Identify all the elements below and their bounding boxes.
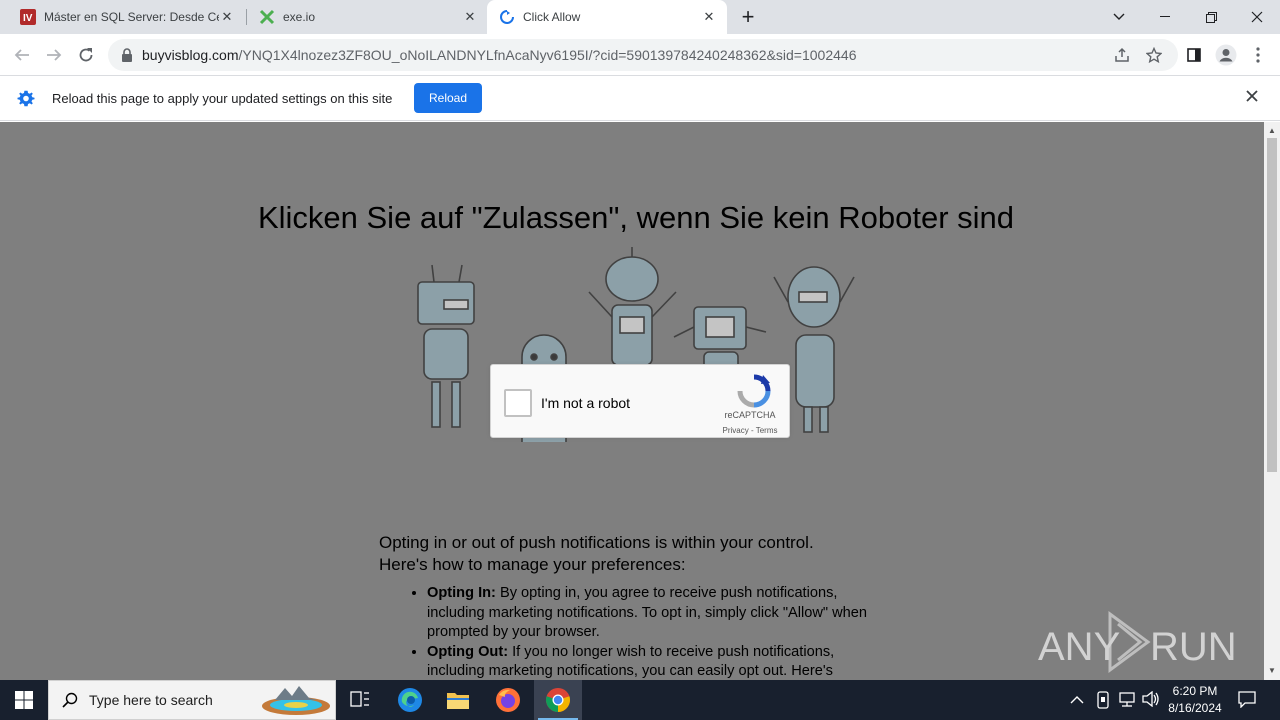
- push-info-section: Opting in or out of push notifications i…: [379, 532, 879, 680]
- windows-logo-icon: [15, 691, 33, 709]
- anyrun-watermark-logo: ANY RUN: [1038, 611, 1237, 673]
- tab-sql-course[interactable]: IV Máster en SQL Server: Desde Cer ✕: [0, 0, 245, 34]
- new-tab-button[interactable]: +: [730, 0, 766, 34]
- udemy-favicon-icon: IV: [20, 9, 36, 25]
- close-tab-icon[interactable]: ✕: [219, 9, 235, 25]
- info-bar-message: Reload this page to apply your updated s…: [52, 91, 393, 106]
- share-icon[interactable]: [1106, 39, 1138, 71]
- back-button[interactable]: [6, 39, 38, 71]
- reload-button[interactable]: [70, 39, 102, 71]
- page-viewport: Klicken Sie auf "Zulassen", wenn Sie kei…: [0, 122, 1264, 680]
- list-item-term: Opting Out:: [427, 643, 509, 660]
- firefox-taskbar-button[interactable]: [484, 680, 532, 720]
- recaptcha-logo-icon: [737, 374, 771, 408]
- search-icon: [62, 692, 78, 708]
- browser-toolbar: buyvisblog.com /YNQ1X4lnozez3ZF8OU_oNoIL…: [0, 34, 1280, 76]
- task-view-icon: [350, 691, 369, 707]
- profile-avatar-icon[interactable]: [1210, 39, 1242, 71]
- firefox-icon: [496, 688, 520, 712]
- tab-click-allow[interactable]: Click Allow ✕: [487, 0, 727, 34]
- edge-taskbar-button[interactable]: [386, 680, 434, 720]
- close-tab-icon[interactable]: ✕: [462, 9, 478, 25]
- recaptcha-brand: reCAPTCHA: [724, 410, 776, 420]
- menu-kebab-icon[interactable]: [1242, 39, 1274, 71]
- svg-text:IV: IV: [23, 13, 33, 24]
- recaptcha-label: I'm not a robot: [541, 395, 631, 411]
- page-headline: Klicken Sie auf "Zulassen", wenn Sie kei…: [257, 200, 1015, 235]
- tab-title: Máster en SQL Server: Desde Cer: [44, 10, 219, 24]
- windows-taskbar: Type here to search 6:20 PM 8/16/2024: [0, 680, 1280, 720]
- lock-icon[interactable]: [120, 48, 134, 62]
- scroll-up-arrow-icon[interactable]: ▲: [1268, 126, 1276, 135]
- info-lead-line: Here's how to manage your preferences:: [379, 555, 686, 574]
- close-tab-icon[interactable]: ✕: [701, 9, 717, 25]
- close-window-button[interactable]: [1234, 0, 1280, 34]
- minimize-button[interactable]: [1142, 0, 1188, 34]
- file-explorer-icon: [447, 693, 469, 709]
- tab-search-chevron-icon[interactable]: [1096, 0, 1142, 34]
- edge-icon: [398, 688, 422, 712]
- tab-title: Click Allow: [523, 10, 581, 24]
- loading-favicon-icon: [500, 10, 514, 24]
- bookmark-star-icon[interactable]: [1138, 39, 1170, 71]
- page-scrollbar[interactable]: ▲ ▼: [1264, 122, 1280, 680]
- info-list: Opting In: By opting in, you agree to re…: [427, 584, 879, 680]
- tab-exe-io[interactable]: exe.io ✕: [245, 0, 488, 34]
- tab-title: exe.io: [283, 10, 316, 24]
- close-info-bar-icon[interactable]: [1246, 89, 1258, 107]
- address-bar[interactable]: buyvisblog.com /YNQ1X4lnozez3ZF8OU_oNoIL…: [108, 39, 1178, 71]
- show-hidden-icons-chevron-icon[interactable]: [1070, 692, 1084, 710]
- restore-button[interactable]: [1188, 0, 1234, 34]
- gear-icon: [17, 90, 35, 107]
- search-highlight-image: [262, 686, 330, 715]
- recaptcha-checkbox[interactable]: [504, 389, 532, 417]
- scroll-down-arrow-icon[interactable]: ▼: [1268, 666, 1276, 675]
- clock-date: 8/16/2024: [1168, 701, 1222, 715]
- info-lead-line: Opting in or out of push notifications i…: [379, 533, 814, 552]
- url-host: buyvisblog.com: [142, 47, 239, 63]
- side-panel-icon[interactable]: [1178, 39, 1210, 71]
- clock-time: 6:20 PM: [1172, 684, 1218, 698]
- notifications-icon[interactable]: [1238, 690, 1256, 713]
- device-icon[interactable]: [1095, 691, 1111, 714]
- chrome-taskbar-button[interactable]: [534, 680, 582, 720]
- search-placeholder: Type here to search: [89, 692, 213, 708]
- list-item-term: Opting In:: [427, 585, 496, 601]
- start-button[interactable]: [0, 680, 48, 720]
- info-bar: Reload this page to apply your updated s…: [0, 77, 1280, 121]
- recaptcha-widget: I'm not a robot reCAPTCHA Privacy - Term…: [490, 364, 790, 438]
- taskbar-clock[interactable]: 6:20 PM 8/16/2024: [1158, 683, 1232, 717]
- recaptcha-privacy-terms-link[interactable]: Privacy - Terms: [717, 426, 783, 435]
- reload-page-button[interactable]: Reload: [414, 83, 482, 113]
- list-item: Opting In: By opting in, you agree to re…: [427, 584, 879, 643]
- url-path: /YNQ1X4lnozez3ZF8OU_oNoILANDNYLfnAcaNyv6…: [238, 47, 857, 63]
- chrome-icon: [546, 688, 570, 712]
- taskbar-search-box[interactable]: Type here to search: [48, 680, 336, 720]
- scrollbar-thumb[interactable]: [1267, 138, 1277, 472]
- forward-button[interactable]: [38, 39, 70, 71]
- task-view-button[interactable]: [336, 680, 384, 720]
- file-explorer-taskbar-button[interactable]: [434, 680, 482, 720]
- network-icon[interactable]: [1118, 691, 1136, 712]
- list-item: Opting Out: If you no longer wish to rec…: [427, 643, 879, 681]
- tab-strip: IV Máster en SQL Server: Desde Cer ✕ exe…: [0, 0, 1280, 34]
- watermark-text: ANY RUN: [1038, 625, 1237, 669]
- exeio-favicon-icon: [259, 9, 275, 25]
